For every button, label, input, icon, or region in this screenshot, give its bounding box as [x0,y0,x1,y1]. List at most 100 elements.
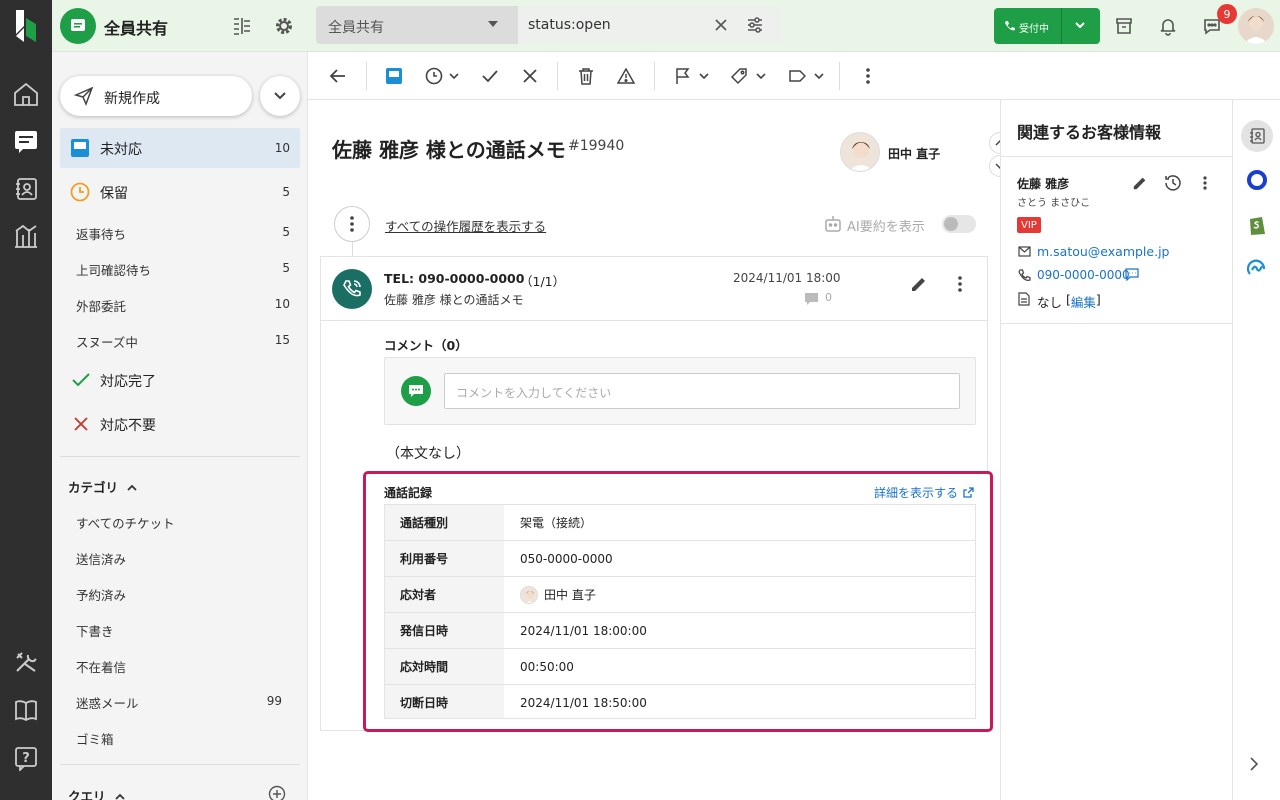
phone-icon [1018,269,1031,281]
edit-customer-icon[interactable] [1132,175,1148,191]
history-icon[interactable] [1164,174,1182,192]
category-item[interactable]: 下書き [52,618,300,654]
sidebar-subitem[interactable]: 返事待ち 5 [52,214,300,250]
trash-icon[interactable] [574,64,598,88]
assignee-avatar[interactable] [840,132,880,172]
sidebar-item-unneeded[interactable]: 対応不要 [60,404,300,444]
sidebar-item-done[interactable]: 対応完了 [60,360,300,400]
customer-phone[interactable]: 090-0000-0000 [1037,268,1130,282]
filter-select[interactable]: 全員共有 [316,6,518,44]
note-edit-link[interactable]: 編集 [1071,292,1096,311]
ticket-toolbar [308,52,1280,100]
tickets-icon[interactable] [0,119,52,163]
workspace-title: 全員共有 [104,19,169,38]
note-bracket-close: ] [1095,292,1101,307]
table-cell-value: 架電（接続） [520,516,593,530]
inbox-status-icon[interactable] [382,64,406,88]
comment-count: 0 [825,291,832,304]
sidebar-item-hold[interactable]: 保留 5 [60,172,300,212]
archive-icon[interactable] [1114,16,1134,36]
help-icon[interactable]: ? [0,736,52,780]
history-menu-button[interactable] [334,206,370,242]
expand-panel-chevron-icon[interactable] [1249,756,1259,772]
customer-more-icon[interactable] [1203,176,1207,190]
category-item-count: 99 [266,694,282,708]
toolbar-divider [654,62,655,90]
add-query-icon[interactable] [268,785,286,800]
edit-pencil-icon[interactable] [910,275,928,293]
label-menu[interactable] [784,64,828,88]
history-link[interactable]: すべての操作履歴を表示する [385,216,546,235]
search-input[interactable]: status:open [518,6,782,44]
category-item[interactable]: 予約済み [52,582,300,618]
crm-integration-icon[interactable] [1247,170,1267,190]
category-item[interactable]: 送信済み [52,546,300,582]
mark-done-check-icon[interactable] [478,64,502,88]
agent-avatar [520,585,538,604]
caller-tel: TEL: 090-0000-0000 [384,271,525,286]
wave-integration-icon[interactable] [1247,258,1267,278]
sidebar-item-unhandled[interactable]: 未対応 10 [60,128,300,168]
chevron-down-icon[interactable] [1074,21,1086,31]
bell-icon[interactable] [1158,16,1178,36]
customer-email[interactable]: m.satou@example.jp [1037,244,1169,259]
more-options-icon[interactable] [856,64,880,88]
flag-menu[interactable] [670,64,714,88]
customer-card-icon[interactable] [1241,120,1273,152]
reception-button[interactable]: 受付中 [994,8,1100,44]
new-ticket-label: 新規作成 [104,91,160,107]
new-ticket-options-button[interactable] [260,76,300,116]
reports-icon[interactable] [0,214,52,258]
message-body: （本文なし） [386,446,470,462]
tag-menu[interactable] [726,64,770,88]
category-item[interactable]: ゴミ箱 [52,726,300,762]
message-more-icon[interactable] [958,276,962,292]
call-log-title: 通話記録 [384,486,433,500]
table-cell-key: 応対者 [385,577,504,612]
category-item-label: 下書き [76,624,114,639]
category-item[interactable]: 不在着信 [52,654,300,690]
sidebar-subitem[interactable]: 外部委託 10 [52,286,300,322]
ai-summary-toggle[interactable] [942,215,976,233]
snooze-clock-menu[interactable] [422,64,462,88]
sidebar-subitem[interactable]: スヌーズ中 15 [52,322,300,358]
filter-settings-icon[interactable] [746,16,764,34]
chevron-down-icon [699,72,709,79]
spam-warning-icon[interactable] [614,64,638,88]
mark-unneeded-close-icon[interactable] [518,64,542,88]
query-header[interactable]: クエリ [68,786,126,800]
table-cell-value-agent: 田中 直子 [504,577,975,612]
close-icon [74,417,88,431]
tools-icon[interactable] [0,640,52,684]
comment-title: コメント（0） [384,338,468,353]
chevron-up-icon [114,793,125,800]
toolbar-divider [557,62,558,90]
home-icon[interactable] [0,72,52,116]
category-header[interactable]: カテゴリ [68,477,138,496]
ticket-title: 佐藤 雅彦 様との通話メモ [332,138,566,162]
user-avatar[interactable] [1238,8,1274,44]
clear-search-icon[interactable] [714,18,728,32]
category-item[interactable]: すべてのチケット [52,510,300,546]
sidebar-item-label: 対応不要 [100,418,156,434]
shopify-icon[interactable] [1247,214,1267,236]
sms-icon[interactable] [1125,268,1139,281]
chevron-up-icon [127,484,137,491]
table-cell-key: 利用番号 [385,541,504,576]
settings-gear-icon[interactable] [274,16,294,36]
divider [320,320,988,321]
new-ticket-button[interactable]: 新規作成 [60,76,252,116]
svg-text:?: ? [22,751,30,766]
call-log-detail-link[interactable]: 詳細を表示する [874,484,974,501]
comment-input[interactable]: コメントを入力してください [444,373,960,409]
list-view-icon[interactable] [232,16,252,36]
contacts-icon[interactable] [0,167,52,211]
note-icon [1018,292,1030,306]
guide-book-icon[interactable] [0,688,52,732]
category-item[interactable]: 迷惑メール 99 [52,690,300,726]
back-arrow-icon[interactable] [326,64,350,88]
chevron-down-icon [274,92,286,100]
reception-divider [1061,8,1062,44]
app-logo[interactable] [0,4,52,48]
sidebar-subitem[interactable]: 上司確認待ち 5 [52,250,300,286]
